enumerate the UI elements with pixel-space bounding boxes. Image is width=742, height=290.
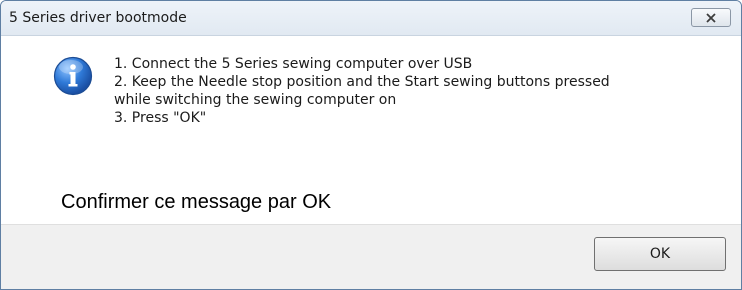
close-button[interactable] — [691, 8, 731, 27]
message-text: 1. Connect the 5 Series sewing computer … — [114, 55, 610, 127]
info-icon — [53, 56, 93, 96]
close-icon — [706, 12, 716, 23]
message-line: while switching the sewing computer on — [114, 92, 397, 108]
window-title: 5 Series driver bootmode — [9, 10, 187, 26]
message-dialog: 5 Series driver bootmode 1. Connect the … — [0, 0, 742, 290]
ok-button[interactable]: OK — [594, 237, 726, 271]
message-line: 3. Press "OK" — [114, 110, 207, 126]
title-bar[interactable]: 5 Series driver bootmode — [1, 1, 741, 36]
message-line: 2. Keep the Needle stop position and the… — [114, 74, 610, 90]
message-line: 1. Connect the 5 Series sewing computer … — [114, 56, 473, 72]
confirm-message: Confirmer ce message par OK — [61, 191, 332, 213]
